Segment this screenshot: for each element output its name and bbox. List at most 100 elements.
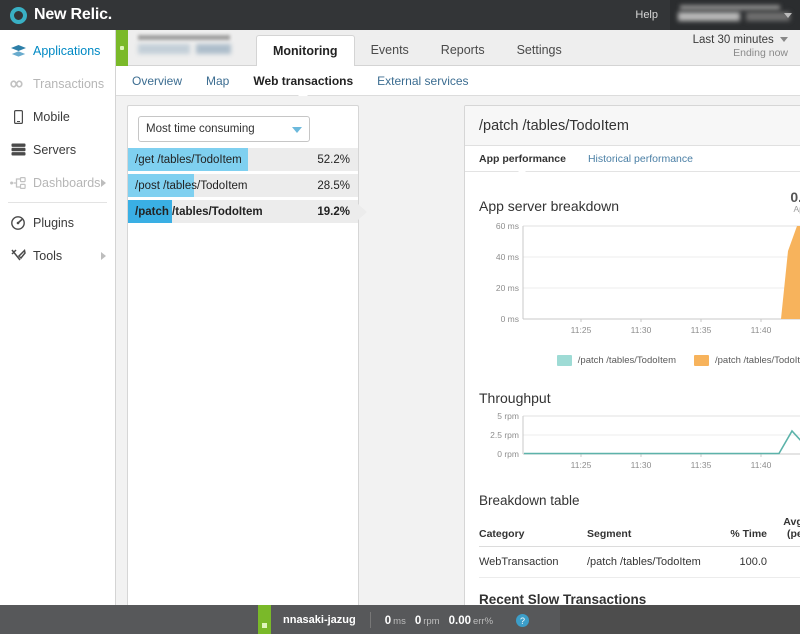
chevron-down-icon-sort <box>292 127 302 133</box>
sidebar-item-applications[interactable]: Applications <box>0 34 115 67</box>
sidebar-item-dashboards[interactable]: Dashboards <box>0 166 115 199</box>
transaction-sort-value: Most time consuming <box>146 123 255 135</box>
sidebar-item-mobile[interactable]: Mobile <box>0 100 115 133</box>
th-category: Category <box>479 514 587 547</box>
sidebar-item-plugins[interactable]: Plugins <box>0 206 115 239</box>
th-avg-calls-line1: Avg calls <box>783 516 800 528</box>
dashboard-icon <box>10 176 26 189</box>
tab-settings[interactable]: Settings <box>501 35 578 66</box>
status-err-value: 0.00 <box>448 614 471 627</box>
breakdown-chart-svg: 60 ms 40 ms 20 ms 0 ms 11:25 11:30 11:35… <box>496 221 800 335</box>
help-link[interactable]: Help <box>635 9 658 21</box>
transaction-name-patch: /patch /tables/TodoItem <box>135 205 263 218</box>
transaction-name-get: /get /tables/TodoItem <box>135 153 242 166</box>
tools-icon <box>10 248 26 263</box>
sidebar-label-tools: Tools <box>33 248 63 263</box>
account-menu[interactable] <box>670 0 800 30</box>
detail-title: /patch /tables/TodoItem <box>479 117 629 134</box>
tab-monitoring[interactable]: Monitoring <box>256 35 355 67</box>
status-health-indicator <box>258 605 271 634</box>
svg-text:11:40: 11:40 <box>751 325 772 335</box>
th-segment: Segment <box>587 514 713 547</box>
subtab-external-services[interactable]: External services <box>377 66 468 96</box>
sidebar-label-applications: Applications <box>33 43 101 58</box>
time-range-selector[interactable]: Last 30 minutes Ending now <box>693 34 788 59</box>
throughput-chart-svg: 5 rpm 2.5 rpm 0 rpm 11:25 11:30 11:35 11… <box>490 411 800 470</box>
svg-text:11:30: 11:30 <box>631 460 652 470</box>
detail-header: /patch /tables/TodoItem ✕ <box>465 106 800 146</box>
content-area: Most time consuming /get /tables/TodoIte… <box>116 96 800 634</box>
infinity-icon <box>10 79 26 89</box>
table-row[interactable]: WebTransaction /patch /tables/TodoItem 1… <box>479 546 800 578</box>
detail-tab-historical-performance[interactable]: Historical performance <box>588 146 693 172</box>
sidebar-label-mobile: Mobile <box>33 109 70 124</box>
transaction-pct-post: 28.5% <box>317 179 350 192</box>
subtab-web-transactions[interactable]: Web transactions <box>253 66 353 97</box>
status-rpm-value: 0 <box>414 614 422 627</box>
sub-tabs: Overview Map Web transactions External s… <box>116 66 800 97</box>
sidebar-divider <box>8 202 107 203</box>
legend-item-1[interactable]: /patch /tables/TodoItem <box>556 355 676 366</box>
sidebar-item-servers[interactable]: Servers <box>0 133 115 166</box>
health-dot-icon <box>120 46 124 50</box>
top-bar-right: Help <box>635 0 800 30</box>
legend-label-1: /patch /tables/TodoItem <box>577 355 676 366</box>
transaction-row-patch[interactable]: /patch /tables/TodoItem 19.2% <box>128 200 367 223</box>
status-rpm-unit: rpm <box>423 615 440 627</box>
legend-swatch-orange <box>694 355 709 366</box>
tab-reports[interactable]: Reports <box>425 35 501 66</box>
svg-text:0 ms: 0 ms <box>501 314 519 324</box>
breakdown-table: Category Segment % Time Avg calls (per t… <box>479 514 800 578</box>
status-app-name: nnasaki-jazug <box>283 613 356 626</box>
cell-pct-time: 100.0 <box>713 546 771 578</box>
svg-text:11:35: 11:35 <box>691 325 712 335</box>
svg-text:40 ms: 40 ms <box>496 252 519 262</box>
question-icon[interactable]: ? <box>516 614 530 627</box>
sidebar-item-transactions[interactable]: Transactions <box>0 67 115 100</box>
transaction-pct-get: 52.2% <box>317 153 350 166</box>
svg-text:11:30: 11:30 <box>631 325 652 335</box>
sidebar: Applications Transactions Mobile Servers… <box>0 30 116 634</box>
throughput-title: Throughput <box>479 390 551 406</box>
sidebar-item-tools[interactable]: Tools <box>0 239 115 272</box>
th-avg-calls-line2: (per txn) <box>787 528 800 540</box>
legend-label-2: /patch /tables/TodoItem <box>715 355 800 366</box>
tab-events[interactable]: Events <box>355 35 425 66</box>
app-server-breakdown-chart[interactable]: 60 ms 40 ms 20 ms 0 ms 11:25 11:30 11:35… <box>479 218 800 345</box>
breakdown-chart-legend: /patch /tables/TodoItem /patch /tables/T… <box>479 355 800 366</box>
subtab-overview[interactable]: Overview <box>132 66 182 96</box>
health-status-indicator <box>116 30 128 66</box>
transaction-detail-panel: /patch /tables/TodoItem ✕ App performanc… <box>464 105 800 634</box>
apdex-value: 0.88 <box>790 189 800 205</box>
new-relic-app-window: New Relic. Help Applications Transaction… <box>0 0 800 634</box>
transaction-row-get[interactable]: /get /tables/TodoItem 52.2% <box>128 148 358 171</box>
throughput-chart[interactable]: 5 rpm 2.5 rpm 0 rpm 11:25 11:30 11:35 11… <box>479 410 800 477</box>
legend-item-2[interactable]: /patch /tables/TodoItem <box>694 355 800 366</box>
detail-tab-app-performance[interactable]: App performance <box>479 146 566 173</box>
sidebar-label-plugins: Plugins <box>33 215 74 230</box>
cell-avg-calls: 1.0 <box>771 546 800 578</box>
top-bar: New Relic. Help <box>0 0 800 30</box>
app-server-breakdown-stats: 0.88 Apdex 59.7 ms Average <box>768 189 800 214</box>
plugin-icon <box>10 215 26 230</box>
app-header: Monitoring Events Reports Settings Last … <box>116 30 800 67</box>
subtab-map[interactable]: Map <box>206 66 229 96</box>
status-ms-value: 0 <box>384 614 392 627</box>
phone-icon <box>10 109 26 124</box>
transaction-row-post[interactable]: /post /tables/TodoItem 28.5% <box>128 174 358 197</box>
stack-icon <box>10 44 26 57</box>
svg-text:11:40: 11:40 <box>751 460 772 470</box>
th-pct-time: % Time <box>713 514 771 547</box>
svg-text:20 ms: 20 ms <box>496 283 519 293</box>
transaction-sort-select[interactable]: Most time consuming <box>138 116 310 142</box>
legend-swatch-teal <box>556 355 572 366</box>
new-relic-logo[interactable]: New Relic. <box>0 6 112 24</box>
status-bar: nnasaki-jazug 0 ms 0 rpm 0.00 err% ? <box>0 605 800 634</box>
brand-label: New Relic. <box>34 6 113 23</box>
status-err-unit: err% <box>473 615 494 627</box>
svg-text:11:35: 11:35 <box>691 460 712 470</box>
app-server-breakdown-title: App server breakdown <box>479 198 620 214</box>
status-metrics: 0 ms 0 rpm 0.00 err% ? <box>371 611 530 629</box>
transaction-name-post: /post /tables/TodoItem <box>135 179 248 192</box>
chevron-down-icon <box>784 13 792 18</box>
